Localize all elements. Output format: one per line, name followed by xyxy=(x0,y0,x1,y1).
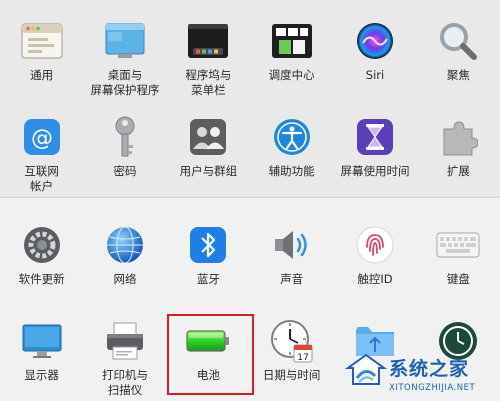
accessibility-icon xyxy=(269,114,315,160)
pref-label: 显示器 xyxy=(24,368,59,382)
pref-general[interactable]: 通用 xyxy=(0,18,83,98)
watermark: 系统之家 XITONGZHIJIA.NET xyxy=(345,350,500,401)
touch-id-icon xyxy=(352,222,398,268)
pref-label: 程序坞与 菜单栏 xyxy=(185,68,232,97)
pref-label: 网络 xyxy=(113,272,137,286)
pref-desktop-screensaver[interactable]: 桌面与 屏幕保护程序 xyxy=(83,18,166,98)
screen-time-icon xyxy=(352,114,398,160)
pref-software-update[interactable]: 软件更新 xyxy=(0,222,83,287)
pref-label: 声音 xyxy=(280,272,304,286)
desktop-screensaver-icon xyxy=(102,18,148,64)
pref-label: 屏幕使用时间 xyxy=(340,164,410,178)
pref-spotlight[interactable]: 聚焦 xyxy=(417,18,500,98)
pref-label: 软件更新 xyxy=(18,272,65,286)
pref-label: 聚焦 xyxy=(446,68,470,82)
pref-dock-menubar[interactable]: 程序坞与 菜单栏 xyxy=(167,18,250,98)
printers-scanners-icon xyxy=(102,318,148,364)
bluetooth-icon xyxy=(185,222,231,268)
passwords-icon xyxy=(102,114,148,160)
general-icon xyxy=(19,18,65,64)
pref-label: 通用 xyxy=(30,68,54,82)
pref-date-time[interactable]: 17 日期与时间 xyxy=(250,318,333,398)
pref-label: 互联网 帐户 xyxy=(24,164,59,193)
sound-icon xyxy=(269,222,315,268)
pref-accessibility[interactable]: 辅助功能 xyxy=(250,114,333,194)
pref-label: 辅助功能 xyxy=(268,164,315,178)
displays-icon xyxy=(19,318,65,364)
pref-mission-control[interactable]: 调度中心 xyxy=(250,18,333,98)
watermark-url: XITONGZHIJIA.NET xyxy=(389,383,476,393)
svg-text:@: @ xyxy=(31,126,53,151)
pref-label: 调度中心 xyxy=(268,68,315,82)
calendar-day: 17 xyxy=(297,353,308,363)
pref-label: 触控ID xyxy=(357,272,393,286)
pref-network[interactable]: 网络 xyxy=(83,222,166,287)
users-groups-icon xyxy=(185,114,231,160)
internet-accounts-icon: @ xyxy=(19,114,65,160)
mission-control-icon xyxy=(269,18,315,64)
preferences-row-1: 通用 桌面与 屏幕保护程序 程序坞与 菜单栏 调度中心 Siri 聚焦 xyxy=(0,18,500,98)
keyboard-icon xyxy=(435,222,481,268)
pref-label: 蓝牙 xyxy=(196,272,220,286)
battery-highlight-box xyxy=(167,314,254,395)
spotlight-icon xyxy=(435,18,481,64)
pref-touch-id[interactable]: 触控ID xyxy=(333,222,416,287)
pref-label: 用户与群组 xyxy=(179,164,238,178)
pref-label: 打印机与 扫描仪 xyxy=(101,368,148,397)
pref-keyboard[interactable]: 键盘 xyxy=(417,222,500,287)
pref-displays[interactable]: 显示器 xyxy=(0,318,83,398)
pref-label: Siri xyxy=(365,68,385,82)
preferences-row-2: @ 互联网 帐户 密码 用户与群组 辅助功能 屏幕使用时间 扩展 xyxy=(0,114,500,194)
pref-label: 日期与时间 xyxy=(262,368,321,382)
pref-label: 扩展 xyxy=(446,164,470,178)
pref-label: 密码 xyxy=(113,164,137,178)
software-update-icon xyxy=(19,222,65,268)
pref-sound[interactable]: 声音 xyxy=(250,222,333,287)
pref-extensions[interactable]: 扩展 xyxy=(417,114,500,194)
preferences-row-3: 软件更新 网络 蓝牙 声音 触控ID 键盘 xyxy=(0,222,500,287)
network-icon xyxy=(102,222,148,268)
watermark-logo-icon xyxy=(345,353,387,385)
pref-internet-accounts[interactable]: @ 互联网 帐户 xyxy=(0,114,83,194)
pref-bluetooth[interactable]: 蓝牙 xyxy=(167,222,250,287)
siri-icon xyxy=(352,18,398,64)
pref-passwords[interactable]: 密码 xyxy=(83,114,166,194)
pref-label: 桌面与 屏幕保护程序 xyxy=(90,68,160,97)
date-time-icon: 17 xyxy=(269,318,315,364)
pref-screen-time[interactable]: 屏幕使用时间 xyxy=(333,114,416,194)
extensions-icon xyxy=(435,114,481,160)
dock-menubar-icon xyxy=(185,18,231,64)
pref-printers-scanners[interactable]: 打印机与 扫描仪 xyxy=(83,318,166,398)
pref-siri[interactable]: Siri xyxy=(333,18,416,98)
watermark-title: 系统之家 xyxy=(389,358,470,380)
pref-label: 键盘 xyxy=(446,272,470,286)
pref-users-groups[interactable]: 用户与群组 xyxy=(167,114,250,194)
